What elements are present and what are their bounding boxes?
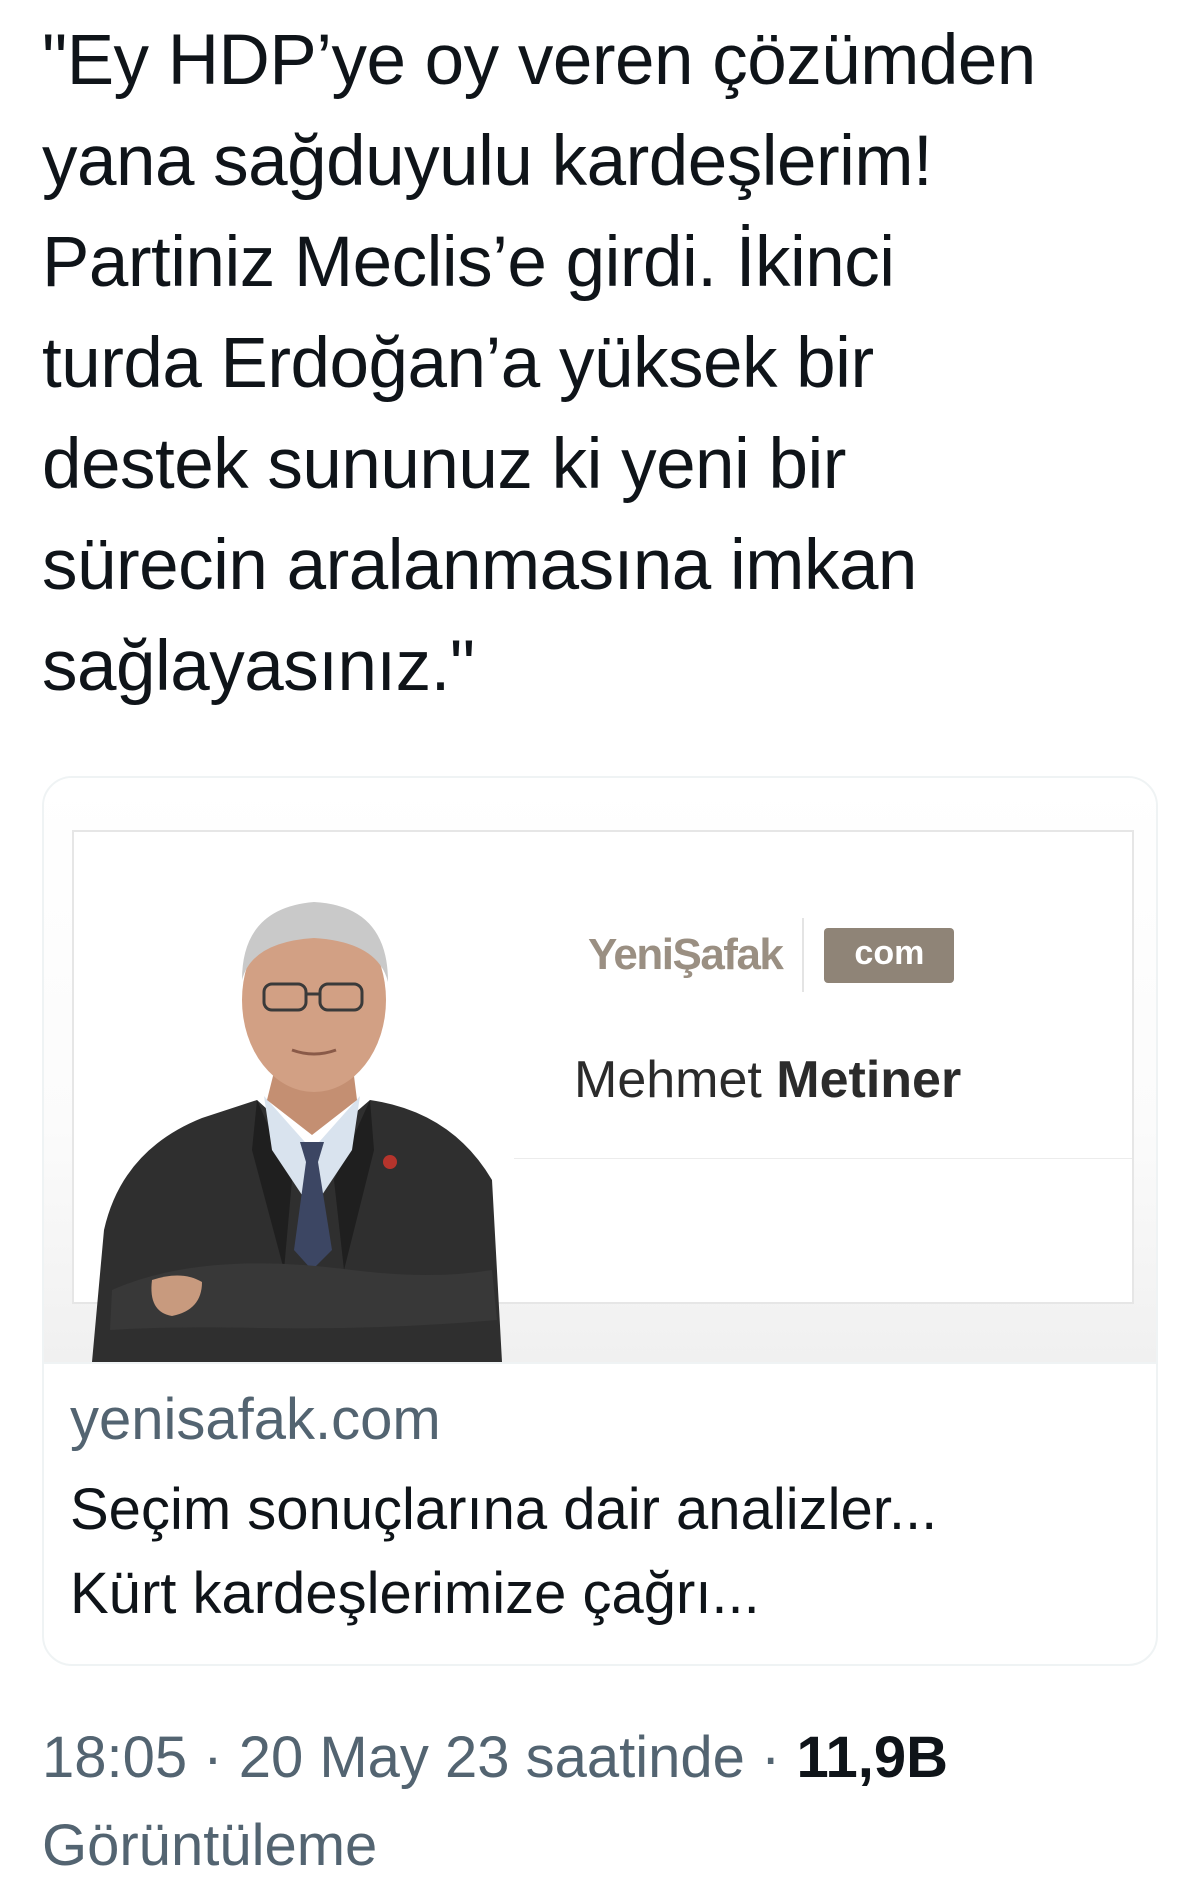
yenisafak-logo: YeniŞafak bbox=[588, 930, 784, 979]
tweet-meta: 18:05 · 20 May 23 saatinde · 11,9B Görün… bbox=[42, 1714, 1162, 1890]
views-label: Görüntüleme bbox=[42, 1813, 378, 1878]
meta-separator: · bbox=[744, 1725, 797, 1790]
card-info[interactable]: yenisafak.com Seçim sonuçlarına dair ana… bbox=[44, 1362, 1156, 1664]
card-domain: yenisafak.com bbox=[70, 1387, 441, 1452]
link-preview-card[interactable]: YeniŞafak com Mehmet Metiner yenisafak.c… bbox=[42, 776, 1158, 1666]
brand-divider bbox=[802, 918, 805, 992]
author-portrait bbox=[92, 902, 502, 1362]
tweet-text: "Ey HDP’ye oy veren çözümden yana sağduy… bbox=[42, 21, 1036, 706]
views-count: 11,9B bbox=[796, 1725, 949, 1790]
author-name: Mehmet Metiner bbox=[574, 1050, 961, 1110]
tweet-date[interactable]: 20 May 23 saatinde bbox=[239, 1725, 745, 1790]
card-title: Seçim sonuçlarına dair analizler... Kürt… bbox=[70, 1477, 938, 1626]
meta-separator: · bbox=[187, 1725, 239, 1790]
brand-badge: com bbox=[824, 927, 955, 983]
author-first-name: Mehmet bbox=[574, 1051, 762, 1109]
author-last-name: Metiner bbox=[776, 1051, 962, 1109]
card-media[interactable]: YeniŞafak com Mehmet Metiner bbox=[44, 778, 1156, 1362]
brand-row: YeniŞafak com bbox=[588, 918, 955, 992]
banner-divider bbox=[514, 1158, 1132, 1159]
tweet-time[interactable]: 18:05 bbox=[42, 1725, 187, 1790]
